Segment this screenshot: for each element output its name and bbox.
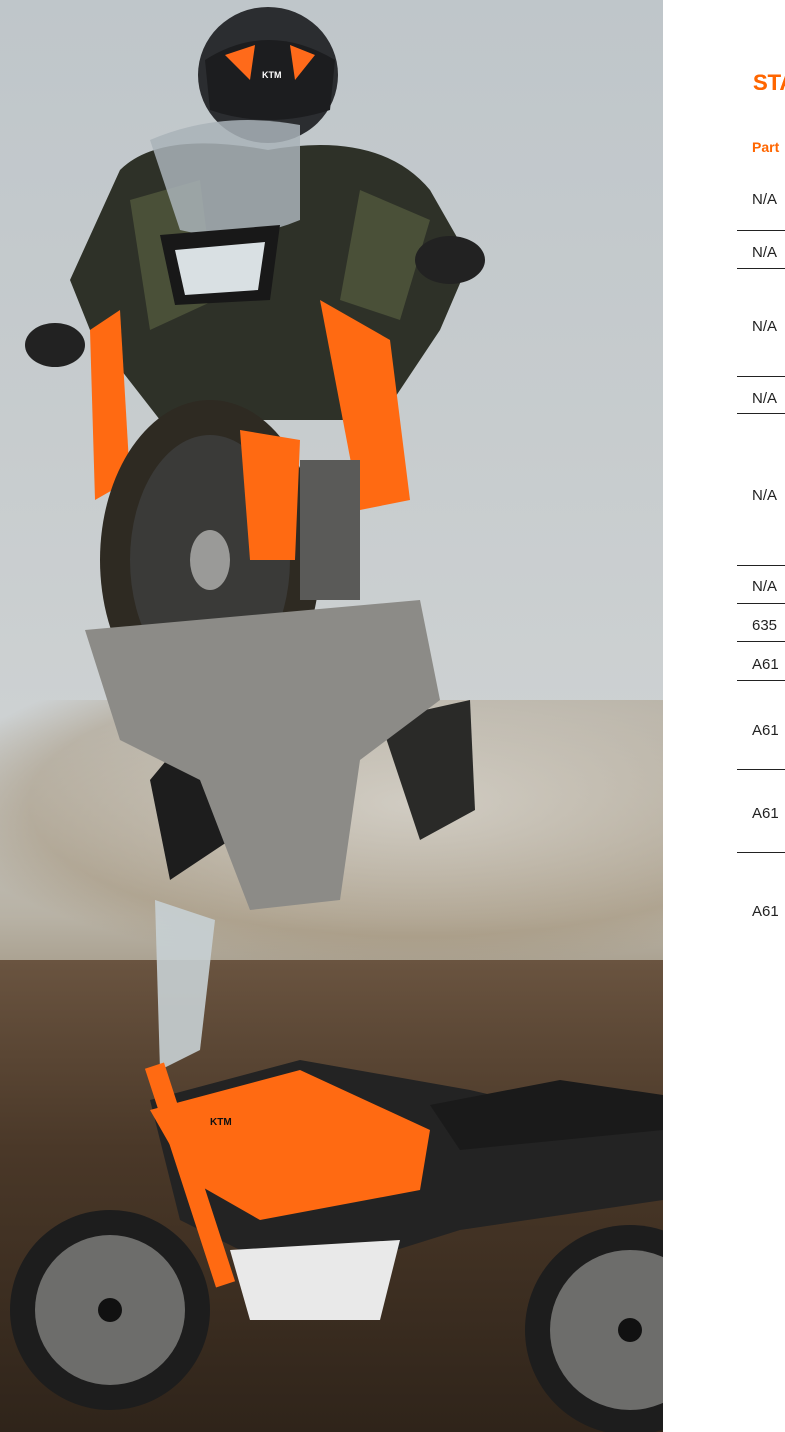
motorcycle-illustration: KTM KTM — [10, 7, 663, 1432]
row-divider — [737, 852, 785, 853]
table-cell-part: 635 — [752, 617, 778, 634]
hero-image: KTM KTM — [0, 0, 663, 1432]
bike-logo: KTM — [210, 1117, 232, 1128]
row-divider — [737, 641, 785, 642]
table-cell-part: N/A — [752, 318, 778, 335]
table-cell-part: N/A — [752, 578, 778, 595]
table-cell-part: A61 — [752, 656, 779, 673]
radiator-guard — [300, 460, 360, 600]
section-title-visible: STA — [753, 70, 785, 95]
table-cell-part: N/A — [752, 244, 778, 261]
table-cell-part: A61 — [752, 903, 779, 920]
page: KTM KTM ST ST Part N/A N/A N/A N/A N/A N… — [0, 0, 785, 1432]
row-divider — [737, 680, 785, 681]
side-view-motorcycle: KTM — [10, 900, 663, 1432]
table-cell-part: N/A — [752, 191, 778, 208]
headlight — [175, 242, 265, 295]
row-divider — [737, 376, 785, 377]
row-divider — [737, 769, 785, 770]
table-cell-part: N/A — [752, 390, 778, 407]
row-divider — [737, 603, 785, 604]
skid-plate — [85, 600, 440, 910]
table-cell-part: N/A — [752, 487, 778, 504]
row-divider — [737, 268, 785, 269]
row-divider — [737, 230, 785, 231]
row-divider — [737, 565, 785, 566]
table-cell-part: A61 — [752, 805, 779, 822]
spec-table-panel: STA — [663, 0, 785, 1432]
helmet-logo: KTM — [262, 70, 282, 80]
row-divider — [737, 413, 785, 414]
column-header-part: Part — [752, 139, 780, 155]
table-cell-part: A61 — [752, 722, 779, 739]
fork-guard — [240, 430, 300, 560]
